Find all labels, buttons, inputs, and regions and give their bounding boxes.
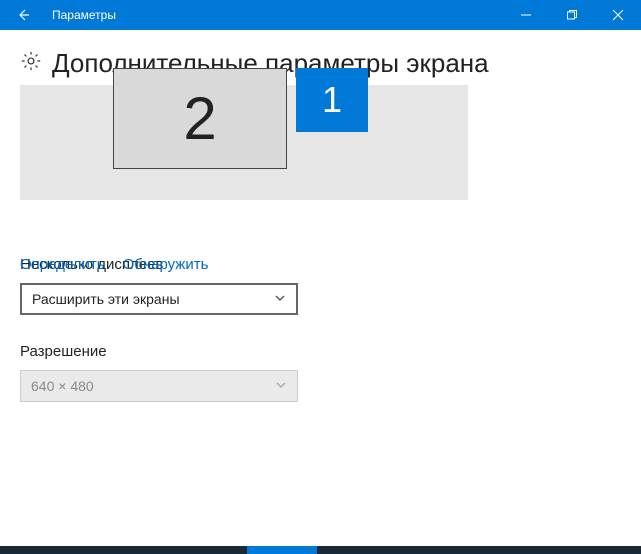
maximize-icon (566, 9, 578, 21)
settings-window: Параметры Допо (0, 0, 641, 430)
close-icon (612, 9, 624, 21)
resolution-value: 640 × 480 (31, 378, 94, 394)
content-area: Дополнительные параметры экрана 2 1 Опре… (0, 30, 641, 430)
chevron-down-icon (274, 291, 286, 307)
minimize-icon (520, 9, 532, 21)
taskbar-sliver (0, 546, 641, 554)
display-monitor-1-label: 1 (322, 79, 342, 121)
multiple-displays-dropdown[interactable]: Расширить эти экраны (20, 283, 298, 315)
gear-icon (20, 50, 42, 77)
chevron-down-icon (275, 378, 287, 394)
display-monitor-1[interactable]: 1 (296, 68, 368, 132)
multiple-displays-value: Расширить эти экраны (32, 291, 180, 307)
arrow-left-icon (16, 7, 32, 23)
resolution-dropdown: 640 × 480 (20, 370, 298, 402)
display-action-links: Определить Обнаружить (20, 256, 208, 273)
titlebar: Параметры (0, 0, 641, 30)
display-arrangement-area[interactable]: 2 1 (20, 85, 468, 200)
detect-link[interactable]: Обнаружить (123, 256, 209, 273)
maximize-button[interactable] (549, 0, 595, 30)
identify-link[interactable]: Определить (20, 256, 105, 273)
minimize-button[interactable] (503, 0, 549, 30)
back-button[interactable] (0, 0, 48, 30)
resolution-label: Разрешение (20, 343, 621, 360)
window-title: Параметры (48, 8, 116, 22)
display-monitor-2-label: 2 (183, 84, 216, 153)
resolution-section: Разрешение 640 × 480 (20, 343, 621, 402)
taskbar-highlight (247, 546, 317, 554)
display-monitor-2[interactable]: 2 (113, 68, 287, 169)
close-button[interactable] (595, 0, 641, 30)
